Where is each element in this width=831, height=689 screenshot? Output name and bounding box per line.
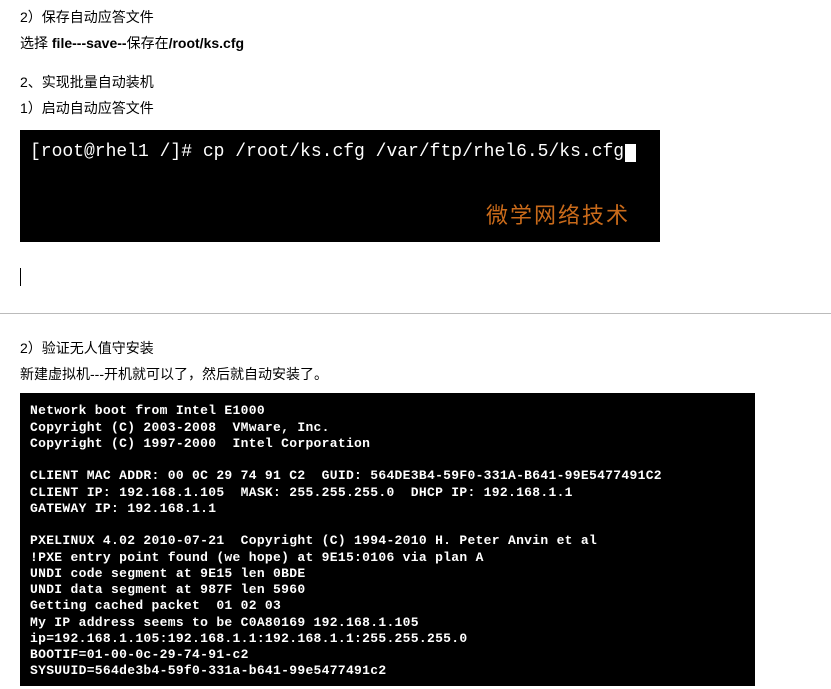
pxe-boot-line: BOOTIF=01-00-0c-29-74-91-c2	[30, 647, 249, 662]
step-start-response-file: 1）启动自动应答文件	[20, 97, 811, 119]
pxe-boot-line: Getting cached packet 01 02 03	[30, 598, 281, 613]
text-path: /root/ks.cfg	[169, 35, 244, 51]
watermark-text: 微学网络技术	[486, 198, 630, 230]
terminal-screenshot-2: Network boot from Intel E1000 Copyright …	[20, 393, 755, 685]
pxe-boot-line: !PXE entry point found (we hope) at 9E15…	[30, 550, 484, 565]
pxe-boot-line: CLIENT MAC ADDR: 00 0C 29 74 91 C2 GUID:…	[30, 468, 662, 483]
pxe-boot-line: SYSUUID=564de3b4-59f0-331a-b641-99e54774…	[30, 663, 386, 678]
step-save-file: 2）保存自动应答文件	[20, 6, 811, 28]
step-save-instruction: 选择 file---save--保存在/root/ks.cfg	[20, 32, 811, 54]
terminal-cursor	[625, 144, 636, 162]
text-save-at: 保存在	[127, 35, 169, 51]
step-create-vm-note: 新建虚拟机---开机就可以了，然后就自动安装了。	[20, 363, 811, 385]
step-verify-unattended: 2）验证无人值守安装	[20, 337, 811, 359]
pxe-boot-line: Copyright (C) 1997-2000 Intel Corporatio…	[30, 436, 370, 451]
text-file-save: file---save--	[52, 35, 127, 51]
text-select-prefix: 选择	[20, 35, 52, 51]
pxe-boot-line: PXELINUX 4.02 2010-07-21 Copyright (C) 1…	[30, 533, 597, 548]
terminal-screenshot-1: [root@rhel1 /]# cp /root/ks.cfg /var/ftp…	[20, 130, 660, 242]
pxe-boot-line: Copyright (C) 2003-2008 VMware, Inc.	[30, 420, 330, 435]
pxe-boot-line: UNDI data segment at 987F len 5960	[30, 582, 305, 597]
pxe-boot-line: UNDI code segment at 9E15 len 0BDE	[30, 566, 305, 581]
page-break-divider	[0, 311, 831, 313]
section-batch-install: 2、实现批量自动装机	[20, 71, 811, 93]
pxe-boot-line: GATEWAY IP: 192.168.1.1	[30, 501, 216, 516]
terminal-prompt-line: [root@rhel1 /]# cp /root/ks.cfg /var/ftp…	[30, 142, 636, 162]
terminal-command: [root@rhel1 /]# cp /root/ks.cfg /var/ftp…	[30, 142, 624, 162]
pxe-boot-line: ip=192.168.1.105:192.168.1.1:192.168.1.1…	[30, 631, 467, 646]
text-insertion-cursor	[20, 268, 21, 286]
pxe-boot-line: CLIENT IP: 192.168.1.105 MASK: 255.255.2…	[30, 485, 573, 500]
pxe-boot-line: Network boot from Intel E1000	[30, 403, 265, 418]
pxe-boot-line: My IP address seems to be C0A80169 192.1…	[30, 615, 419, 630]
